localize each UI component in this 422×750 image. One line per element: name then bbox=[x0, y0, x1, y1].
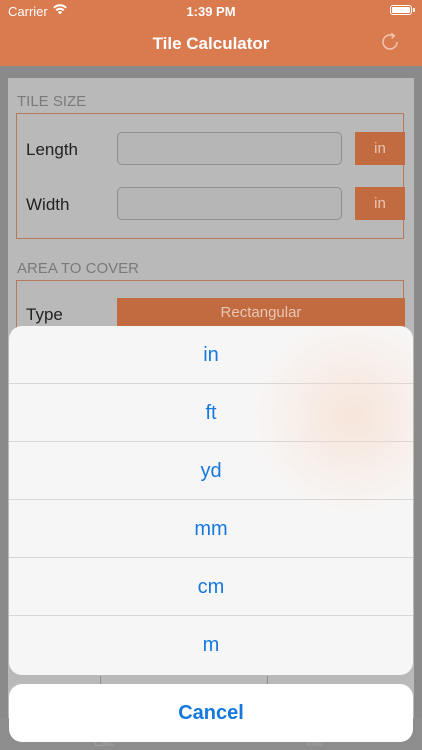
unit-option-ft[interactable]: ft bbox=[9, 384, 413, 442]
width-unit-button[interactable]: in bbox=[355, 187, 405, 220]
battery-icon bbox=[390, 5, 415, 15]
clock: 1:39 PM bbox=[186, 4, 236, 19]
unit-option-in[interactable]: in bbox=[9, 326, 413, 384]
length-unit-button[interactable]: in bbox=[355, 132, 405, 165]
tile-size-group: Length in Width in bbox=[16, 113, 405, 239]
nav-bar: Carrier 1:39 PM Tile Calculator bbox=[0, 0, 422, 66]
length-input[interactable] bbox=[117, 132, 342, 165]
type-selector[interactable]: Rectangular bbox=[117, 298, 405, 328]
width-label: Width bbox=[26, 195, 70, 214]
width-input[interactable] bbox=[117, 187, 342, 220]
length-label: Length bbox=[26, 140, 78, 159]
refresh-icon[interactable] bbox=[378, 30, 402, 54]
unit-option-yd[interactable]: yd bbox=[9, 442, 413, 500]
page-title: Tile Calculator bbox=[152, 34, 270, 53]
unit-option-cm[interactable]: cm bbox=[9, 558, 413, 616]
unit-option-mm[interactable]: mm bbox=[9, 500, 413, 558]
status-bar: Carrier 1:39 PM bbox=[0, 0, 422, 22]
area-title: AREA TO COVER bbox=[17, 260, 139, 277]
unit-action-sheet: in ft yd mm cm m bbox=[9, 326, 413, 675]
type-label: Type bbox=[26, 305, 63, 324]
tile-size-title: TILE SIZE bbox=[17, 93, 87, 110]
unit-option-m[interactable]: m bbox=[9, 616, 413, 674]
cancel-button[interactable]: Cancel bbox=[9, 684, 413, 742]
